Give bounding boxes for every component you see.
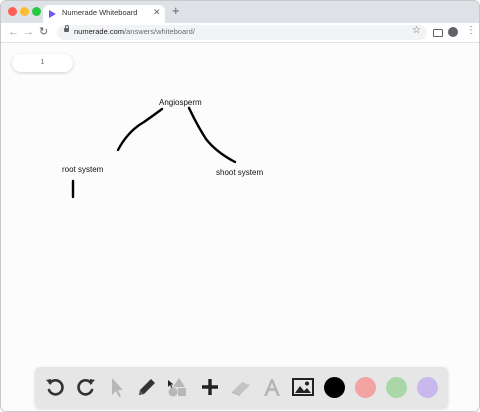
url-text: numerade.com/answers/whiteboard/ [74, 27, 195, 36]
label-angiosperm: Angiosperm [159, 98, 202, 107]
tab-title: Numerade Whiteboard [62, 8, 138, 17]
url-host: numerade.com [74, 27, 125, 36]
pencil-icon[interactable] [135, 375, 159, 399]
label-root-system: root system [62, 165, 104, 174]
tab-numerade-whiteboard[interactable]: Numerade Whiteboard ✕ [43, 5, 165, 23]
color-swatch-pink[interactable] [355, 377, 376, 398]
profile-avatar-icon[interactable] [448, 27, 458, 37]
bookmark-star-icon[interactable]: ☆ [412, 25, 421, 36]
reload-icon[interactable]: ↻ [39, 25, 48, 39]
cast-icon[interactable] [433, 29, 443, 37]
browser-menu-icon[interactable]: ⋮ [466, 25, 476, 37]
color-swatch-purple[interactable] [417, 377, 438, 398]
redo-icon[interactable] [74, 375, 98, 399]
browser-toolbar: ← → ↻ numerade.com/answers/whiteboard/ ☆… [1, 23, 479, 43]
color-swatch-green[interactable] [386, 377, 407, 398]
new-tab-button[interactable]: + [172, 4, 180, 18]
eraser-icon[interactable] [229, 375, 253, 399]
whiteboard-canvas[interactable]: 1 Angiosperm root system shoot system [1, 43, 479, 411]
color-swatch-black[interactable] [324, 377, 345, 398]
window-close-button[interactable] [8, 7, 17, 16]
forward-arrow-icon[interactable]: → [23, 25, 34, 39]
window-maximize-button[interactable] [32, 7, 41, 16]
ink-stroke-right-branch [187, 106, 237, 164]
numerade-favicon-icon [49, 10, 56, 18]
add-icon[interactable] [198, 375, 222, 399]
address-bar[interactable]: numerade.com/answers/whiteboard/ ☆ [57, 25, 427, 40]
window-minimize-button[interactable] [20, 7, 29, 16]
label-shoot-system: shoot system [216, 168, 264, 177]
undo-icon[interactable] [43, 375, 67, 399]
browser-window: Numerade Whiteboard ✕ + ← → ↻ numerade.c… [0, 0, 480, 412]
url-path: /answers/whiteboard/ [124, 27, 195, 36]
ink-strokes [71, 106, 237, 199]
tool-palette [35, 367, 448, 408]
back-arrow-icon[interactable]: ← [8, 25, 19, 39]
tab-strip: Numerade Whiteboard ✕ + [1, 1, 479, 23]
ink-stroke-left-branch [116, 107, 164, 152]
tab-close-icon[interactable]: ✕ [153, 7, 161, 18]
shapes-icon[interactable] [165, 375, 189, 399]
select-arrow-icon[interactable] [105, 375, 129, 399]
lock-icon [64, 25, 69, 32]
image-icon[interactable] [291, 375, 315, 399]
text-icon[interactable] [260, 375, 284, 399]
